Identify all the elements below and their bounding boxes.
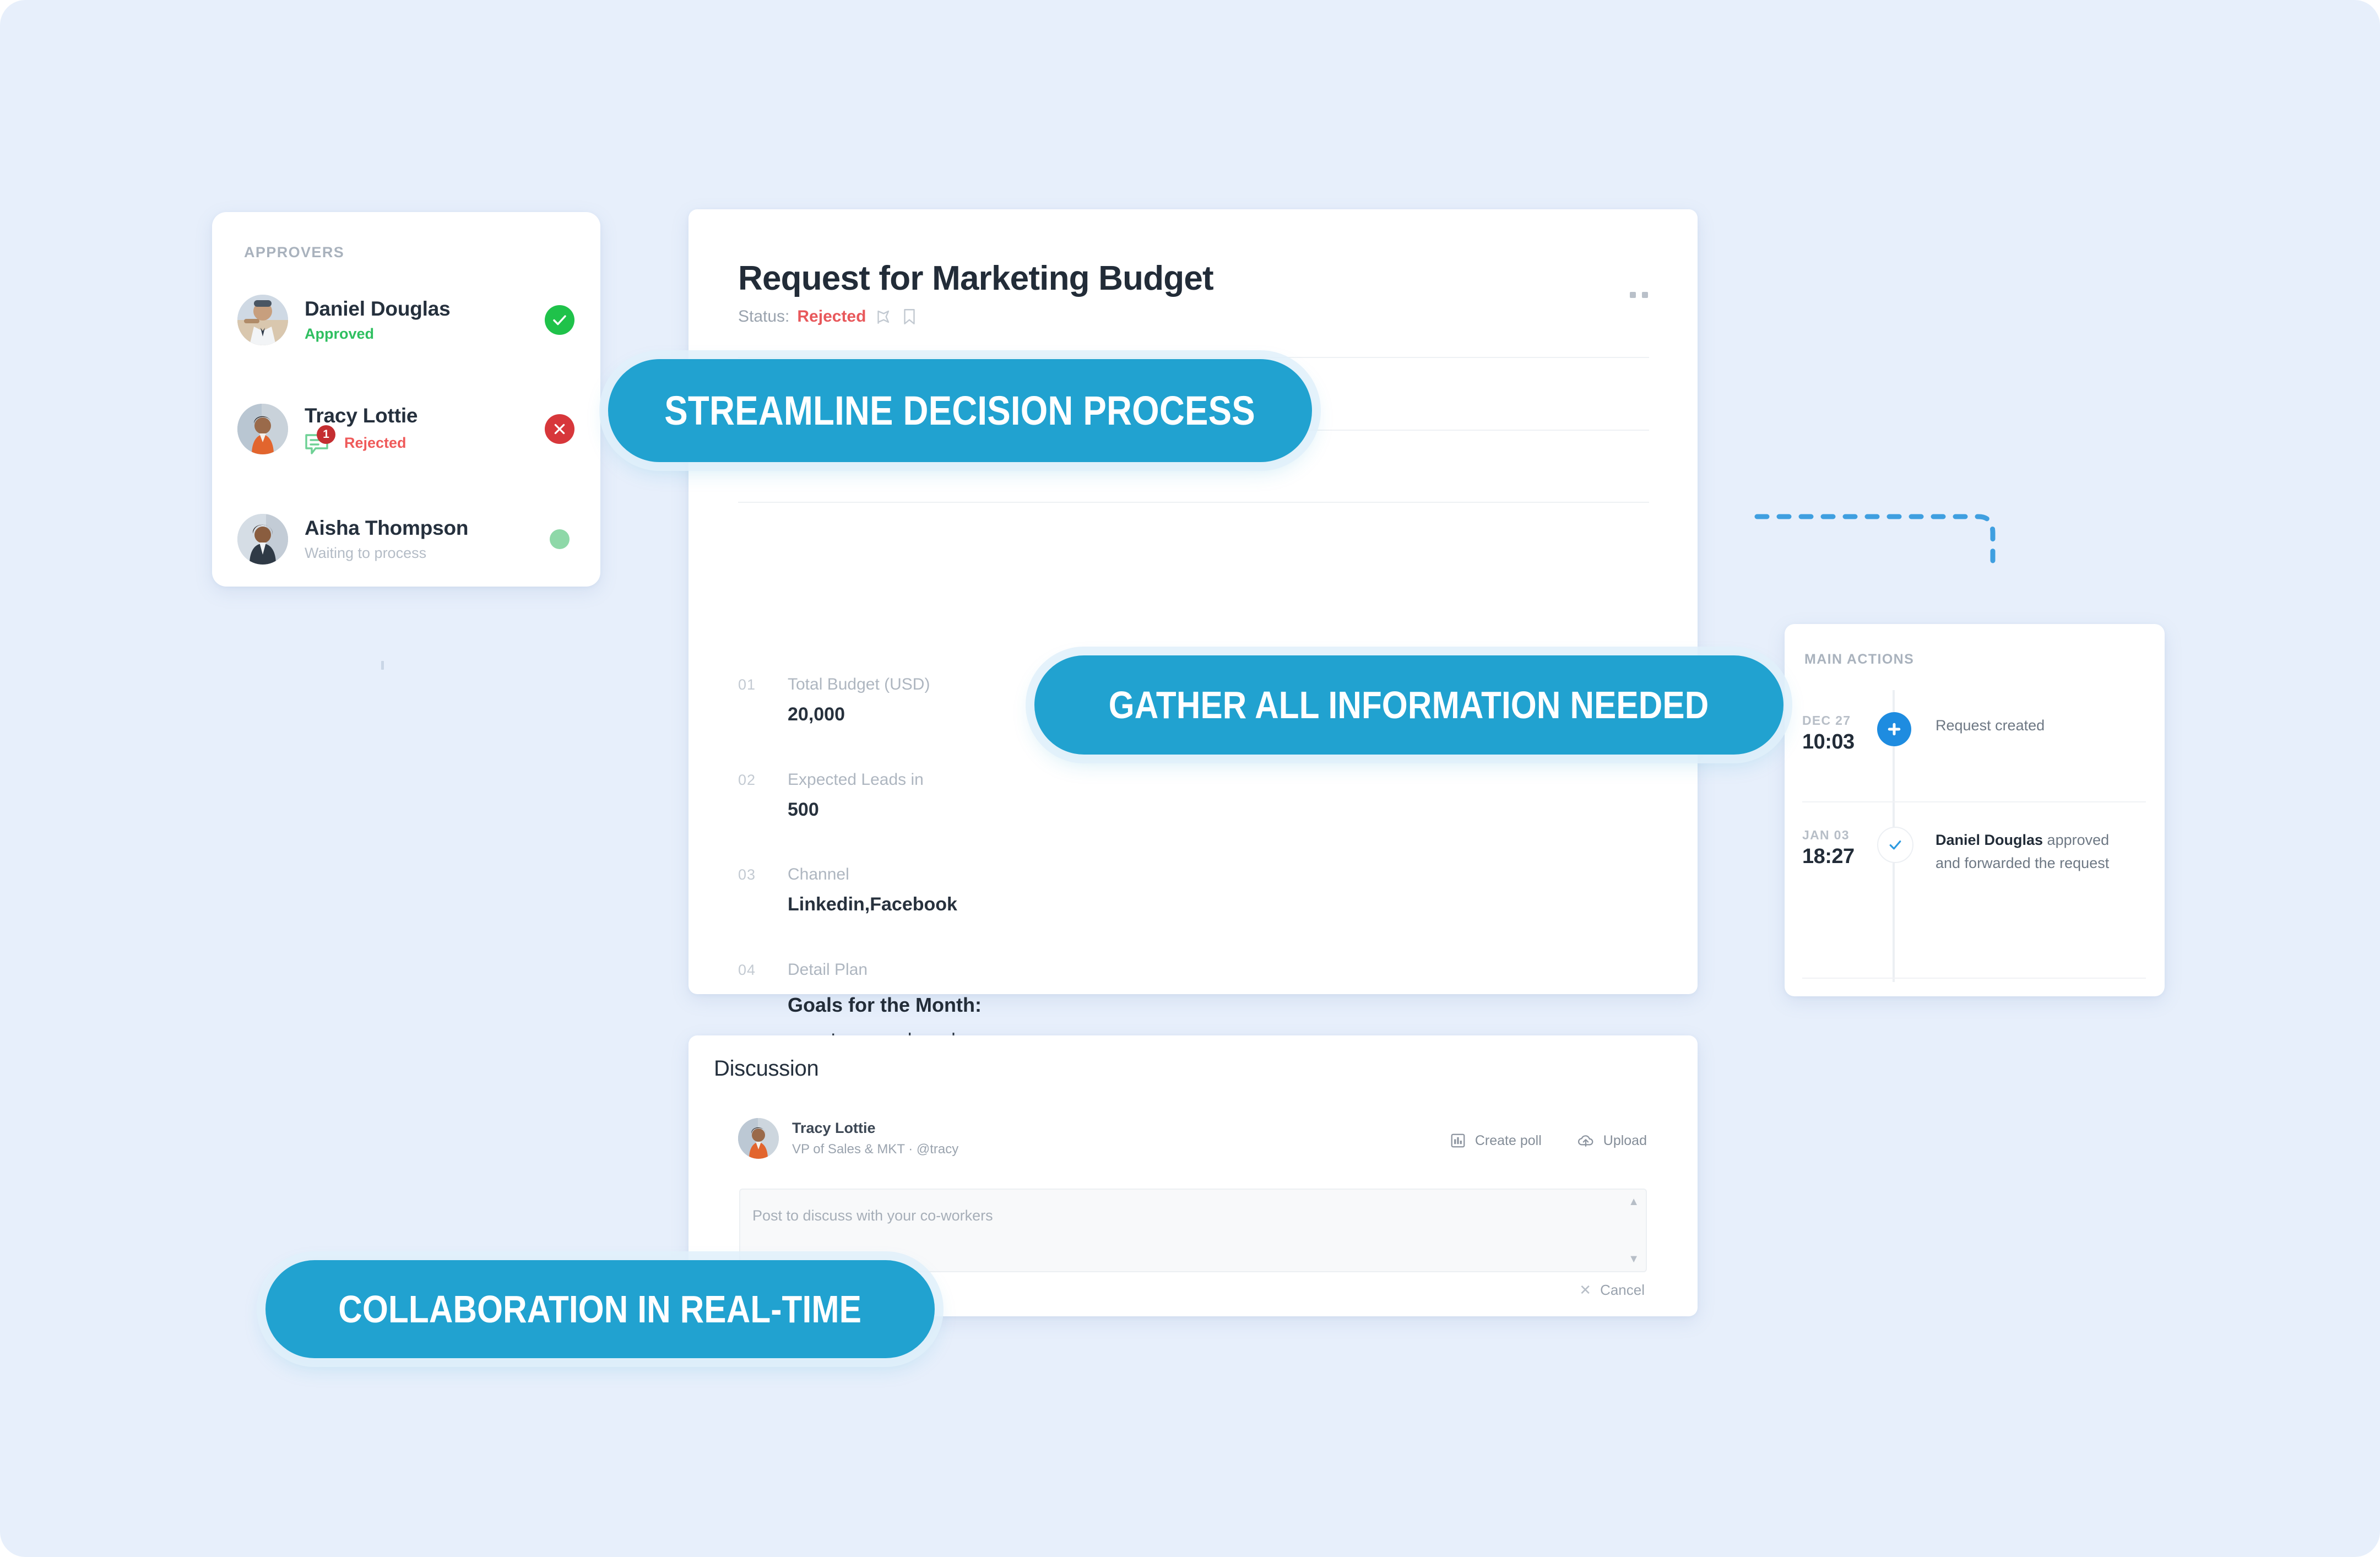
create-poll-button[interactable]: Create poll bbox=[1450, 1132, 1542, 1149]
poster-role: VP of Sales & MKT · @tracy bbox=[792, 1142, 958, 1158]
field-channel: 03 Channel Linkedin,Facebook bbox=[738, 865, 1509, 916]
field-number: 01 bbox=[738, 676, 756, 693]
scroll-up-icon[interactable]: ▲ bbox=[1628, 1196, 1639, 1207]
discussion-poster: Tracy Lottie VP of Sales & MKT · @tracy bbox=[738, 1118, 958, 1159]
detail-plan-heading: Goals for the Month: bbox=[788, 994, 1614, 1017]
callout-label: Streamline decision process bbox=[665, 387, 1256, 434]
request-detail-card: Request for Marketing Budget Status: Rej… bbox=[688, 209, 1698, 994]
field-label: Channel bbox=[788, 865, 1509, 885]
discussion-heading: Discussion bbox=[714, 1056, 818, 1081]
approver-status: Approved bbox=[305, 325, 545, 343]
approver-info: Daniel Douglas Approved bbox=[305, 297, 545, 343]
more-options-icon[interactable] bbox=[1630, 292, 1648, 298]
avatar bbox=[237, 295, 288, 345]
divider bbox=[1802, 978, 2146, 979]
field-expected-leads: 02 Expected Leads in 500 bbox=[738, 770, 1509, 821]
approver-status-text: Waiting to process bbox=[305, 545, 426, 562]
page-root: APPROVERS Daniel Douglas Approved bbox=[0, 0, 2380, 1557]
timeline-text-plain: Request created bbox=[1936, 717, 2045, 734]
bookmark-icon[interactable] bbox=[900, 307, 919, 326]
composer-actions: Create poll Upload bbox=[1450, 1132, 1647, 1149]
callout-collaboration-in-real-time: Collaboration in real-time bbox=[265, 1260, 935, 1358]
approver-status: Waiting to process bbox=[305, 545, 550, 562]
close-icon: ✕ bbox=[1579, 1282, 1591, 1299]
timeline-actor: Daniel Douglas bbox=[1936, 832, 2043, 848]
dashed-arrow-icon bbox=[1752, 490, 2016, 584]
approver-info: Tracy Lottie 1 Rejected bbox=[305, 404, 545, 454]
main-actions-heading: MAIN ACTIONS bbox=[1804, 652, 1914, 668]
approver-status: 1 Rejected bbox=[305, 432, 545, 454]
timeline-time: 18:27 bbox=[1802, 845, 1885, 869]
pending-dot-icon bbox=[550, 529, 570, 549]
field-number: 02 bbox=[738, 772, 756, 789]
approver-name: Tracy Lottie bbox=[305, 404, 545, 428]
field-number: 03 bbox=[738, 866, 756, 883]
divider bbox=[1802, 801, 2146, 802]
composer-placeholder: Post to discuss with your co-workers bbox=[752, 1207, 993, 1224]
main-actions-card: MAIN ACTIONS DEC 27 10:03 Request create… bbox=[1785, 624, 2165, 996]
timeline-text: Request created bbox=[1936, 714, 2134, 737]
plus-icon bbox=[1877, 712, 1911, 746]
rejected-close-icon bbox=[545, 414, 574, 444]
callout-label: Collaboration in real-time bbox=[339, 1287, 862, 1331]
approver-name: Aisha Thompson bbox=[305, 517, 550, 540]
upload-cloud-icon bbox=[1577, 1132, 1595, 1149]
approver-status-text: Rejected bbox=[344, 435, 406, 452]
poll-icon bbox=[1450, 1132, 1466, 1149]
cancel-button[interactable]: ✕ Cancel bbox=[1579, 1282, 1645, 1299]
upload-label: Upload bbox=[1603, 1133, 1647, 1149]
callout-gather-all-information-needed: Gather all information needed bbox=[1034, 655, 1783, 755]
field-detail-plan: 04 Detail Plan bbox=[738, 960, 1509, 980]
poster-name: Tracy Lottie bbox=[792, 1119, 958, 1137]
approver-name: Daniel Douglas bbox=[305, 297, 545, 321]
callout-streamline-decision-process: Streamline decision process bbox=[608, 359, 1312, 462]
page-title: Request for Marketing Budget bbox=[738, 259, 1213, 298]
field-number: 04 bbox=[738, 962, 756, 979]
comment-bubble-icon[interactable]: 1 bbox=[305, 432, 330, 454]
approvers-heading: APPROVERS bbox=[244, 244, 344, 261]
approved-check-icon bbox=[545, 305, 574, 335]
timeline-time: 10:03 bbox=[1802, 730, 1885, 754]
check-icon bbox=[1877, 827, 1913, 863]
approvers-card: APPROVERS Daniel Douglas Approved bbox=[212, 212, 600, 587]
comment-count-badge: 1 bbox=[317, 425, 335, 444]
upload-button[interactable]: Upload bbox=[1577, 1132, 1647, 1149]
field-label: Detail Plan bbox=[788, 960, 1509, 980]
approver-status-text: Approved bbox=[305, 325, 374, 343]
timeline-date: JAN 03 bbox=[1802, 828, 1885, 843]
approver-row[interactable]: Aisha Thompson Waiting to process bbox=[237, 507, 574, 571]
avatar bbox=[738, 1118, 779, 1159]
approver-row[interactable]: Daniel Douglas Approved bbox=[237, 288, 574, 352]
approver-row[interactable]: Tracy Lottie 1 Rejected bbox=[237, 397, 574, 461]
flag-icon[interactable] bbox=[874, 307, 892, 326]
callout-label: Gather all information needed bbox=[1109, 683, 1709, 727]
cancel-label: Cancel bbox=[1600, 1282, 1645, 1299]
approver-info: Aisha Thompson Waiting to process bbox=[305, 517, 550, 562]
create-poll-label: Create poll bbox=[1475, 1133, 1542, 1149]
avatar bbox=[237, 514, 288, 565]
timeline-timestamp: DEC 27 10:03 bbox=[1802, 713, 1885, 754]
field-value: Linkedin,Facebook bbox=[788, 893, 1509, 916]
timeline-text: Daniel Douglas approved and forwarded th… bbox=[1936, 829, 2134, 875]
timeline-date: DEC 27 bbox=[1802, 713, 1885, 728]
timeline-timestamp: JAN 03 18:27 bbox=[1802, 828, 1885, 869]
scroll-down-icon[interactable]: ▼ bbox=[1628, 1254, 1639, 1265]
field-value: 500 bbox=[788, 799, 1509, 821]
divider bbox=[738, 357, 1649, 358]
poster-meta: Tracy Lottie VP of Sales & MKT · @tracy bbox=[792, 1119, 958, 1157]
field-label: Expected Leads in bbox=[788, 770, 1509, 790]
status-row: Status: Rejected bbox=[738, 307, 919, 326]
status-badge: Rejected bbox=[797, 307, 866, 326]
status-label: Status: bbox=[738, 307, 789, 326]
divider bbox=[738, 502, 1649, 503]
decorative-speck bbox=[381, 661, 384, 670]
avatar bbox=[237, 404, 288, 454]
